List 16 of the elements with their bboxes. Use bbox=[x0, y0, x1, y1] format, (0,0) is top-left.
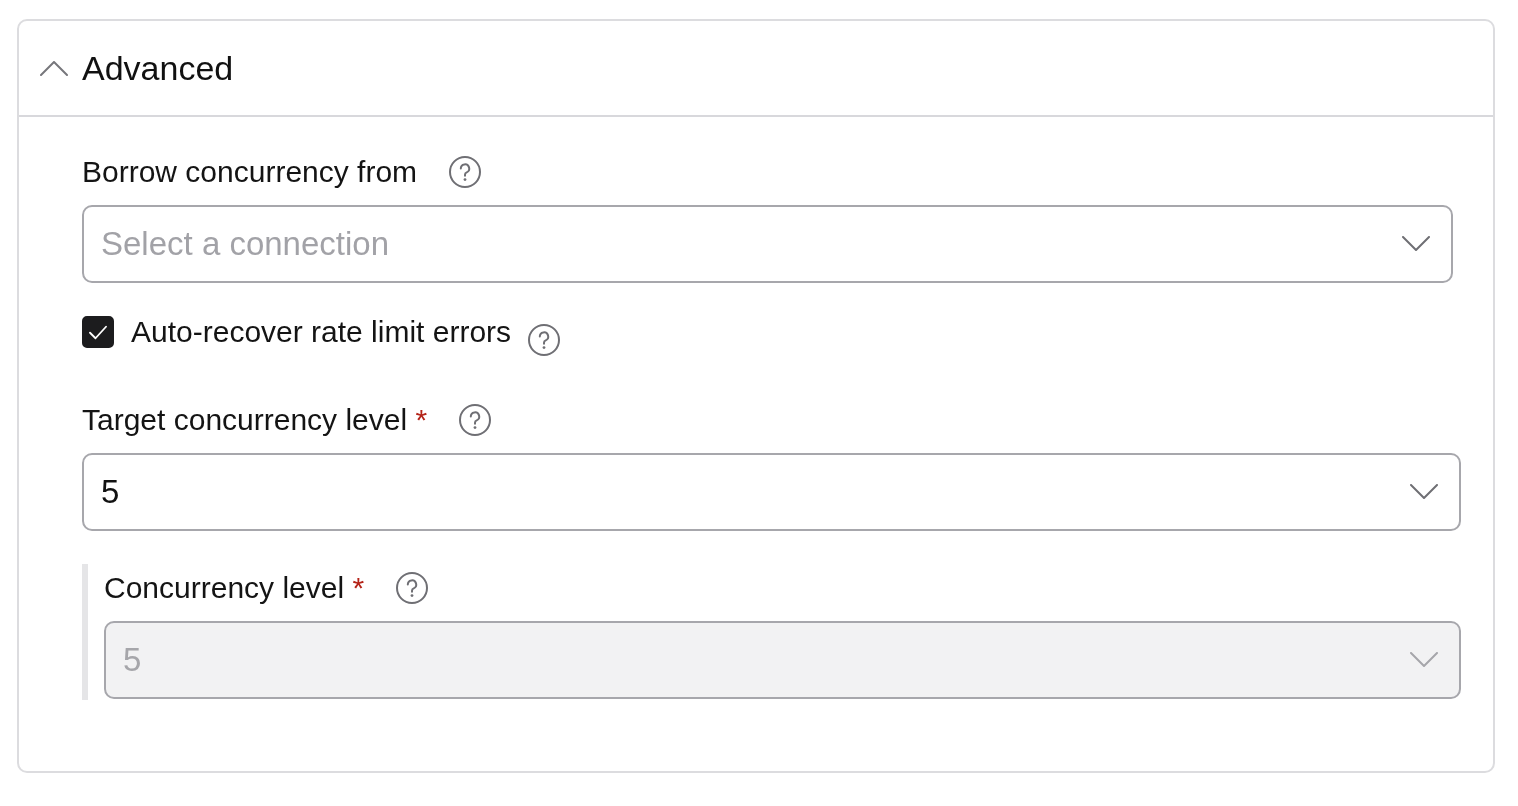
checkbox[interactable] bbox=[82, 316, 114, 348]
help-icon[interactable] bbox=[449, 156, 482, 188]
checkmark-icon bbox=[89, 324, 107, 340]
chevron-down-icon bbox=[1410, 652, 1438, 667]
field-label: Concurrency level * bbox=[104, 570, 365, 606]
help-icon[interactable] bbox=[459, 404, 492, 436]
help-icon[interactable] bbox=[396, 572, 429, 604]
dropdown-field[interactable]: 5 bbox=[82, 453, 1461, 531]
field-label: Target concurrency level * bbox=[82, 402, 428, 438]
help-icon[interactable] bbox=[528, 324, 561, 356]
section-header[interactable]: Advanced bbox=[19, 21, 1493, 117]
checkbox-label: Auto-recover rate limit errors bbox=[131, 316, 512, 348]
chevron-down-icon bbox=[1402, 236, 1430, 251]
field-label: Borrow concurrency from bbox=[82, 154, 418, 190]
chevron-down-icon bbox=[1410, 484, 1438, 499]
dropdown-field[interactable]: Select a connection bbox=[82, 205, 1453, 283]
